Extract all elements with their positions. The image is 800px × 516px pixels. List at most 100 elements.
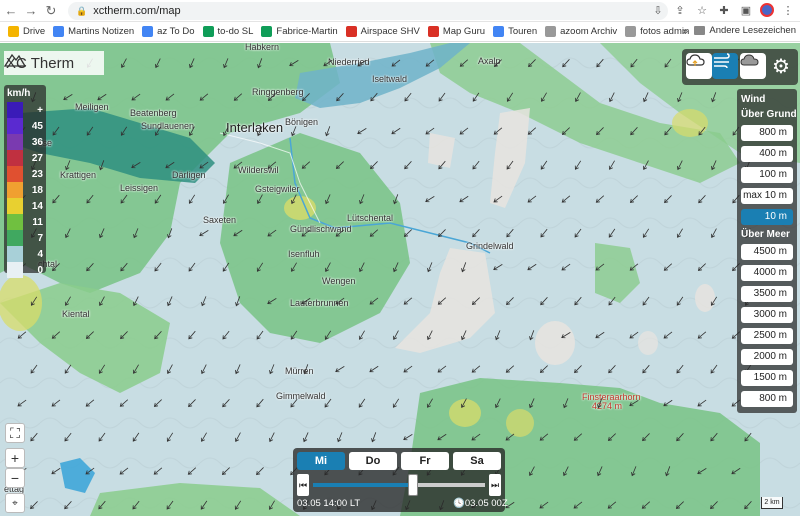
wind-arrow (222, 330, 230, 340)
app-logo[interactable]: XC Therm (4, 51, 104, 75)
wind-arrow (223, 58, 229, 69)
sea-option-3500m[interactable]: 3500 m (741, 286, 793, 302)
back-icon[interactable]: ← (2, 2, 20, 20)
legend-row: 23 (7, 166, 43, 182)
step-forward-button[interactable]: ⏭ (489, 474, 501, 496)
bookmark-to-do-sl[interactable]: to-do SL (202, 26, 253, 37)
sea-option-800m[interactable]: 800 m (741, 391, 793, 407)
sea-option-4000m[interactable]: 4000 m (741, 265, 793, 281)
wind-arrow (167, 296, 173, 307)
bookmark-fabrice-martin[interactable]: Fabrice-Martin (261, 26, 338, 37)
ground-option-100m[interactable]: 100 m (741, 167, 793, 183)
wind-arrow (629, 331, 639, 339)
wind-arrow (642, 160, 649, 171)
wind-arrow (744, 501, 752, 510)
wind-arrow (324, 398, 332, 408)
url-input[interactable]: 🔒 xctherm.com/map (68, 2, 668, 20)
legend-value: + (37, 104, 43, 116)
settings-button[interactable]: ⚙ (768, 53, 794, 79)
forward-icon[interactable]: → (22, 2, 40, 20)
wind-arrow (630, 127, 638, 136)
wind-arrow (562, 466, 569, 477)
wind-arrow (392, 330, 399, 341)
bookmark-az-to-do[interactable]: az To Do (142, 26, 195, 37)
zoom-out-button[interactable]: − (5, 468, 25, 488)
ground-option-800m[interactable]: 800 m (741, 125, 793, 141)
bookmark-fotos-admin[interactable]: fotos admin (625, 26, 689, 37)
clock-icon: 🕓 (453, 498, 465, 509)
sidebar-icon[interactable]: ▣ (738, 2, 754, 18)
wind-arrow (471, 297, 480, 305)
star-icon[interactable]: ☆ (694, 2, 710, 18)
minus-icon: − (10, 470, 20, 486)
wind-arrow (493, 59, 502, 67)
bookmark-drive[interactable]: Drive (8, 26, 45, 37)
wind-arrow (540, 92, 547, 102)
legend-value: 18 (31, 184, 43, 196)
wind-arrow (256, 262, 264, 272)
cloud-layer-button[interactable] (740, 53, 766, 79)
bookmarks-more-button[interactable]: » (682, 26, 688, 37)
menu-icon[interactable]: ⋮ (780, 2, 796, 18)
wind-arrow (188, 126, 195, 137)
bookmark-map-guru[interactable]: Map Guru (427, 26, 485, 37)
wind-arrow (710, 364, 718, 374)
wind-arrow (30, 501, 38, 510)
day-button-do[interactable]: Do (349, 452, 397, 470)
step-back-button[interactable]: ⏮ (297, 474, 309, 496)
legend-row: 27 (7, 150, 43, 166)
bookmark-airspace-shv[interactable]: Airspace SHV (345, 26, 420, 37)
ground-option-10m[interactable]: 10 m (741, 209, 793, 225)
wind-arrow (630, 58, 638, 68)
weather-map[interactable]: Niederried Habkern Iseltwald Axalp Ringg… (0, 43, 800, 516)
sea-option-3000m[interactable]: 3000 m (741, 307, 793, 323)
legend-row: 7 (7, 230, 43, 246)
reload-icon[interactable]: ↻ (42, 2, 60, 20)
share-icon[interactable]: ⇪ (672, 2, 688, 18)
wind-arrow (64, 296, 71, 306)
thermal-cloud-button[interactable] (686, 53, 712, 79)
wind-arrow (201, 296, 207, 307)
wind-arrow (505, 365, 515, 373)
wind-arrow (539, 433, 549, 441)
install-icon[interactable]: ⇩ (650, 2, 666, 18)
zoom-in-button[interactable]: + (5, 448, 25, 468)
wind-arrow (437, 297, 447, 305)
time-slider-handle[interactable] (407, 474, 418, 496)
day-button-fr[interactable]: Fr (401, 452, 449, 470)
wind-arrow (358, 330, 365, 340)
wind-arrow (472, 229, 480, 238)
wind-arrow (64, 432, 72, 442)
bookmark-azoom-archiv[interactable]: azoom Archiv (545, 26, 617, 37)
wind-arrow (269, 364, 275, 375)
wind-arrow (199, 93, 209, 101)
sea-section-title: Über Meer (741, 229, 790, 240)
avatar[interactable] (760, 3, 774, 17)
sea-option-2000m[interactable]: 2000 m (741, 349, 793, 365)
sea-option-1500m[interactable]: 1500 m (741, 370, 793, 386)
wind-layer-button[interactable] (712, 53, 738, 79)
day-button-sa[interactable]: Sa (453, 452, 501, 470)
locate-button[interactable]: ⌖ (5, 493, 25, 513)
extensions-icon[interactable]: ✚ (716, 2, 732, 18)
other-bookmarks[interactable]: Andere Lesezeichen (694, 25, 796, 36)
wind-arrow (120, 262, 128, 272)
wind-arrow (608, 296, 616, 306)
wind-arrow (359, 194, 365, 205)
sea-option-4500m[interactable]: 4500 m (741, 244, 793, 260)
legend-row: 36 (7, 134, 43, 150)
wind-arrow (459, 127, 469, 135)
ground-option-400m[interactable]: 400 m (741, 146, 793, 162)
fullscreen-button[interactable]: ⛶ (5, 423, 25, 443)
wind-arrow (290, 262, 297, 272)
wind-arrow (595, 263, 605, 271)
wind-arrow (425, 127, 435, 135)
sea-option-2500m[interactable]: 2500 m (741, 328, 793, 344)
bookmark-touren[interactable]: Touren (493, 26, 537, 37)
day-button-mi[interactable]: Mi (297, 452, 345, 470)
wind-arrow (698, 126, 706, 136)
ground-option-max10m[interactable]: max 10 m (741, 188, 793, 204)
legend-swatch (7, 214, 23, 230)
wind-arrow (711, 92, 717, 103)
bookmark-martins-notizen[interactable]: Martins Notizen (53, 26, 134, 37)
